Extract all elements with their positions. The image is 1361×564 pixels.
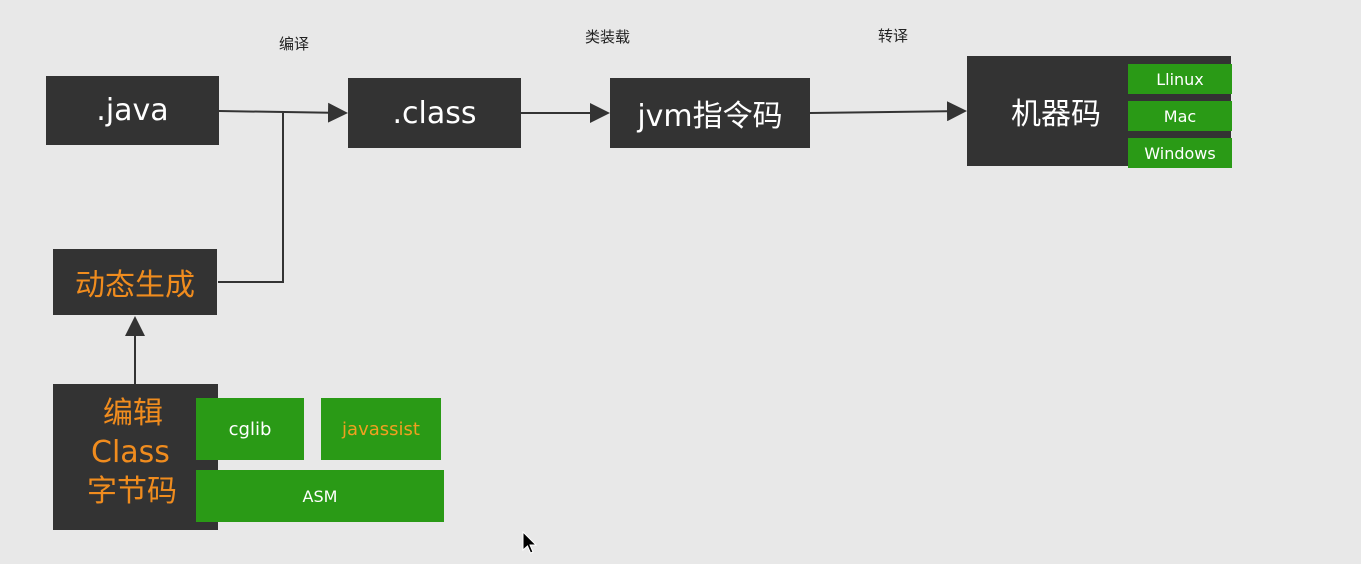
lib-cglib: cglib	[196, 398, 304, 460]
edit-line-1: 编辑	[103, 396, 163, 431]
arrow-java-to-class	[218, 102, 348, 123]
node-edit-bytecode: 编辑 Class 字节码	[53, 384, 218, 530]
node-dynamic: 动态生成	[53, 249, 217, 315]
node-jvm: jvm指令码	[610, 78, 810, 148]
edge-label-compile: 编译	[279, 35, 310, 53]
lib-javassist: javassist	[321, 398, 441, 460]
arrow-dynamic-to-class	[218, 113, 284, 283]
edge-label-class-loading: 类装载	[585, 28, 631, 46]
lib-asm: ASM	[196, 470, 444, 522]
edit-line-2: Class	[91, 435, 170, 470]
platform-linux: Llinux	[1128, 64, 1232, 94]
edit-line-3: 字节码	[87, 474, 177, 509]
node-java: .java	[46, 76, 219, 145]
node-machine-label: 机器码	[1011, 97, 1101, 132]
node-class: .class	[348, 78, 521, 148]
platform-windows: Windows	[1128, 138, 1232, 168]
platform-mac: Mac	[1128, 101, 1232, 131]
arrow-jvm-to-machine	[809, 101, 967, 122]
edge-label-translate: 转译	[878, 27, 909, 45]
mouse-cursor-icon	[522, 531, 538, 554]
